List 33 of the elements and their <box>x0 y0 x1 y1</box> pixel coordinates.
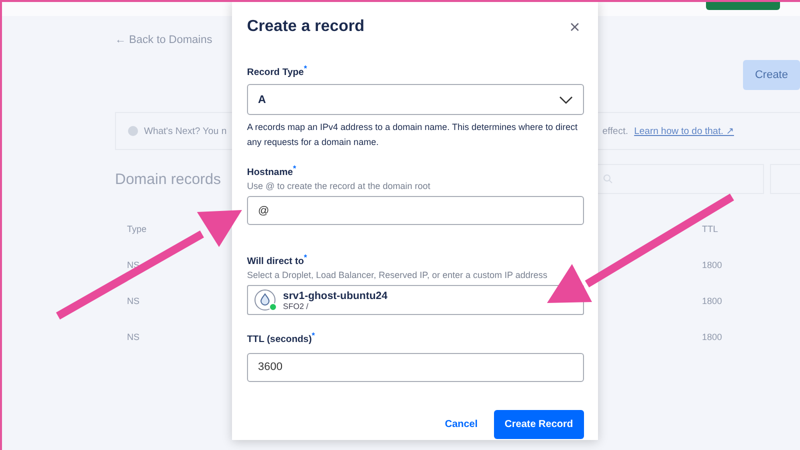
ttl-input[interactable]: 3600 <box>247 352 584 382</box>
droplet-region: SFO2 / <box>283 302 310 311</box>
hint-text: Select a Droplet, Load Balancer, Reserved IP, or enter a custom IP address <box>247 270 548 280</box>
section-title: Domain records <box>115 170 221 188</box>
status-dot <box>269 303 277 312</box>
cancel-button[interactable]: Cancel <box>438 418 484 431</box>
info-text: What's Next? You n <box>144 126 227 136</box>
info-text: effect. <box>602 126 628 136</box>
header-button[interactable] <box>706 2 780 10</box>
field-label: Record Type$^{*}$ <box>247 64 308 78</box>
record-type-select[interactable]: A <box>247 84 584 116</box>
create-record-button[interactable]: Create Record <box>494 410 584 439</box>
table-cell: NS <box>127 296 140 306</box>
table-cell: 1800 <box>702 296 722 306</box>
chevron-icon <box>559 94 573 105</box>
hostname-input[interactable]: @ <box>247 196 584 226</box>
info-icon <box>128 126 138 136</box>
dialog-title: Create a record <box>247 18 364 36</box>
table-cell: 1800 <box>702 332 722 342</box>
field-label: TTL (seconds)$^{*}$ <box>247 331 316 346</box>
create-button[interactable]: Create <box>742 60 800 90</box>
field-label: Will direct to$^{*}$ <box>247 253 308 268</box>
help-text: A records map an IPv4 address to a domain name. This determines where to direct any requests for a domain name. <box>247 121 578 150</box>
search-icon <box>603 174 613 184</box>
column-header: TTL <box>702 224 718 234</box>
close-button[interactable]: × <box>565 18 584 36</box>
learn-link[interactable]: Learn how to do that. ↗ <box>634 125 734 137</box>
droplet-name: srv1-ghost-ubuntu24 <box>283 290 388 302</box>
table-cell: NS <box>127 332 140 342</box>
table-cell: 1800 <box>702 260 722 270</box>
column-header: Type <box>127 224 147 234</box>
hint-text: Use @ to create the record at the domain root <box>247 181 432 192</box>
field-label: Hostname$^{*}$ <box>247 164 298 178</box>
